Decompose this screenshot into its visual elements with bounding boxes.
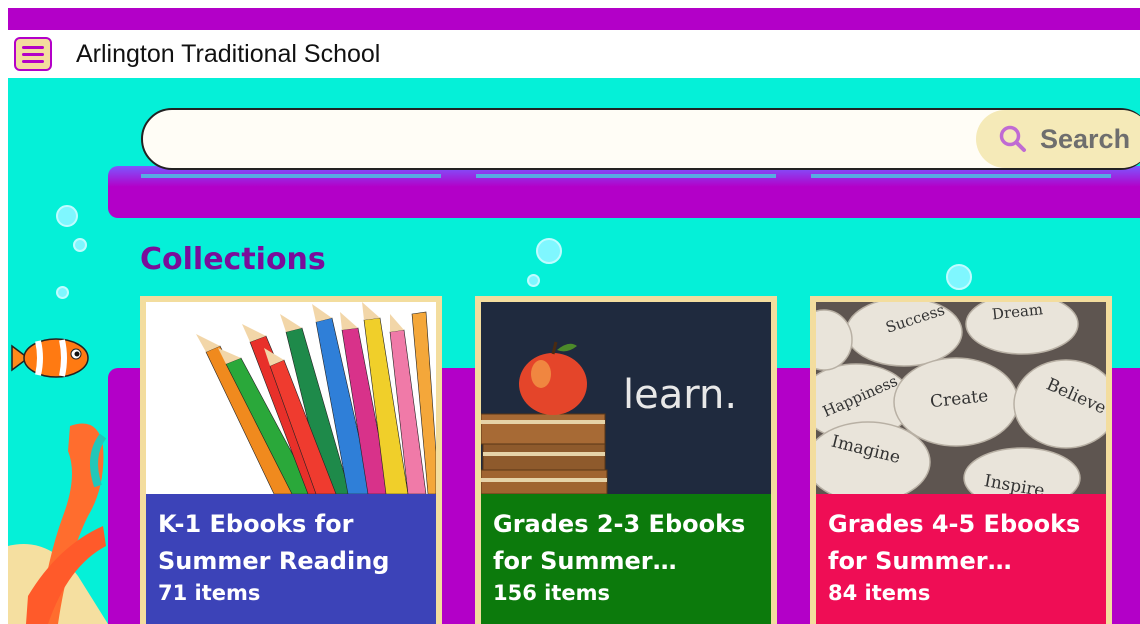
search-button-label: Search xyxy=(1040,123,1131,154)
bubble-decoration xyxy=(527,274,540,287)
bubble-decoration xyxy=(946,264,972,290)
search-icon xyxy=(998,124,1028,154)
card-caption: Grades 4-5 Ebooks for Summer Reading 84 … xyxy=(816,494,1106,624)
coral-decoration xyxy=(8,396,108,624)
school-name: Arlington Traditional School xyxy=(76,39,381,68)
bubble-decoration xyxy=(73,238,87,252)
word-stones-image: Success Dream Happiness Create Believe I… xyxy=(816,302,1106,494)
card-item-count: 71 items xyxy=(158,581,261,605)
collections-heading: Collections xyxy=(140,242,326,277)
app-frame: Arlington Traditional School Search Coll… xyxy=(8,8,1140,624)
search-area: Search xyxy=(108,78,1140,218)
card-item-count: 84 items xyxy=(828,581,931,605)
bubble-decoration xyxy=(56,205,78,227)
hamburger-menu-button[interactable] xyxy=(14,37,52,71)
chalk-learn-text: learn. xyxy=(623,372,737,418)
search-button[interactable]: Search xyxy=(976,110,1140,168)
card-item-count: 156 items xyxy=(493,581,611,605)
header-bar: Arlington Traditional School xyxy=(8,30,1140,78)
collection-card-grades-4-5[interactable]: Success Dream Happiness Create Believe I… xyxy=(810,296,1112,624)
collection-card-grades-2-3[interactable]: learn. Grades 2-3 Ebooks for Summer Read… xyxy=(475,296,777,624)
apple-on-books-image: learn. xyxy=(481,302,771,494)
clownfish-decoration xyxy=(10,330,92,390)
colored-pencils-image xyxy=(146,302,436,494)
bubble-decoration xyxy=(56,286,69,299)
hamburger-menu-icon xyxy=(22,45,44,49)
card-title: Grades 2-3 Ebooks for Summer Reading xyxy=(493,510,746,575)
card-title: Grades 4-5 Ebooks for Summer Reading xyxy=(828,510,1081,575)
card-caption: K-1 Ebooks for Summer Reading 71 items xyxy=(146,494,436,624)
top-banner-strip xyxy=(8,8,1140,30)
collection-card-k1[interactable]: K-1 Ebooks for Summer Reading 71 items xyxy=(140,296,442,624)
card-title: K-1 Ebooks for Summer Reading xyxy=(158,510,390,575)
bubble-decoration xyxy=(536,238,562,264)
card-caption: Grades 2-3 Ebooks for Summer Reading 156… xyxy=(481,494,771,624)
